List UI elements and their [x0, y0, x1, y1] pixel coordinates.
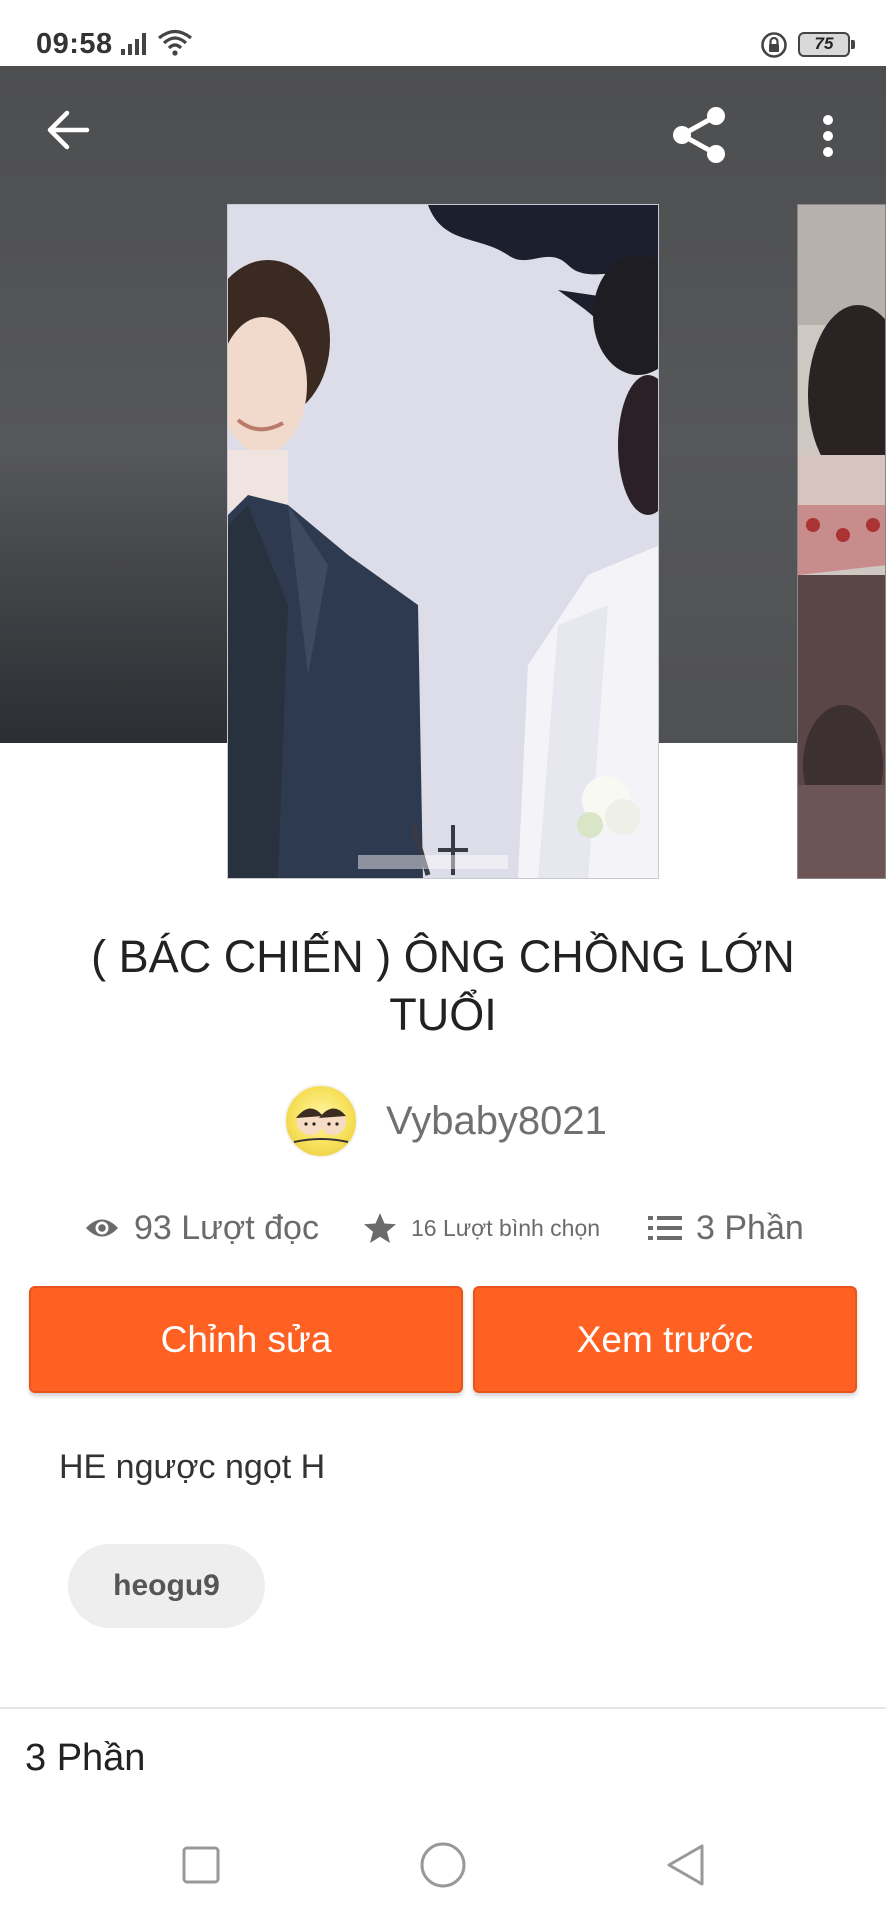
header-shadow	[0, 456, 230, 743]
next-cover-illustration	[798, 205, 885, 878]
author-avatar	[284, 1084, 358, 1158]
story-title: ( BÁC CHIẾN ) ÔNG CHỒNG LỚN TUỔI	[91, 931, 795, 1040]
story-description: HE ngược ngọt H	[59, 1448, 326, 1486]
reads-stat: 93 Lượt đọc	[84, 1200, 319, 1256]
tag-chip[interactable]: heogu9	[68, 1544, 265, 1628]
list-icon	[648, 1216, 682, 1240]
back-arrow-icon	[47, 110, 90, 150]
votes-count: 16 Lượt bình chọn	[411, 1214, 601, 1241]
cover-illustration	[228, 205, 658, 878]
system-navigation-bar	[0, 1810, 886, 1920]
edit-button[interactable]: Chỉnh sửa	[29, 1286, 463, 1393]
square-icon	[182, 1846, 220, 1884]
author-name: Vybaby8021	[386, 1098, 607, 1143]
home-button[interactable]	[408, 1830, 478, 1900]
more-options-button[interactable]	[808, 106, 848, 166]
more-vertical-icon	[823, 115, 833, 157]
status-bar: 09:58 75	[0, 0, 886, 66]
reads-count: 93 Lượt đọc	[134, 1208, 319, 1247]
wifi-icon	[157, 29, 193, 56]
next-story-cover[interactable]	[797, 204, 886, 879]
back-button[interactable]	[36, 98, 100, 162]
signal-icon	[121, 33, 146, 55]
parts-stat: 3 Phần	[648, 1200, 804, 1256]
circle-icon	[420, 1842, 466, 1888]
status-time: 09:58	[36, 28, 113, 60]
story-stats: 93 Lượt đọc 16 Lượt bình chọn 3 Phần	[0, 1200, 886, 1256]
triangle-back-icon	[667, 1844, 704, 1886]
eye-icon	[86, 1219, 118, 1237]
battery-icon: 75	[798, 32, 855, 57]
star-icon	[364, 1213, 396, 1243]
parts-count: 3 Phần	[696, 1208, 804, 1247]
recent-apps-button[interactable]	[166, 1830, 236, 1900]
rotation-lock-icon	[761, 32, 787, 58]
share-button[interactable]	[664, 100, 734, 170]
section-divider	[0, 1707, 886, 1709]
votes-stat: 16 Lượt bình chọn	[363, 1200, 600, 1256]
preview-button[interactable]: Xem trước	[473, 1286, 857, 1393]
story-cover-image[interactable]	[227, 204, 659, 879]
parts-heading: 3 Phần	[25, 1737, 146, 1779]
system-back-button[interactable]	[650, 1830, 720, 1900]
share-icon	[673, 107, 725, 163]
author-link[interactable]: Vybaby8021	[284, 1083, 607, 1159]
